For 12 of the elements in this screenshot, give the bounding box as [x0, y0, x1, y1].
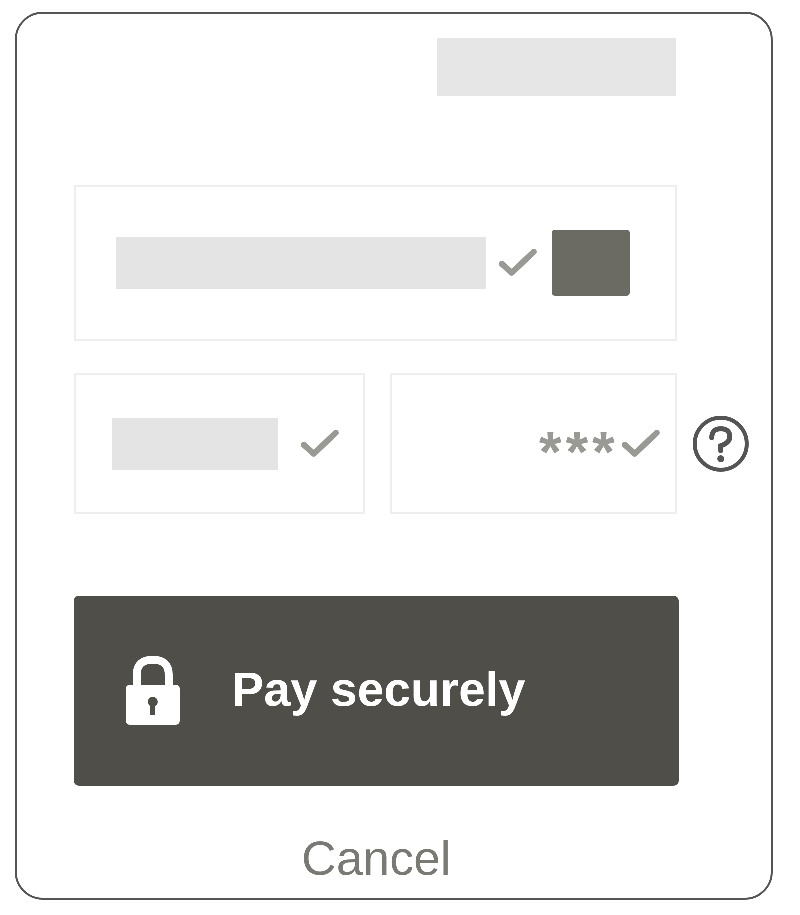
- check-icon: [300, 428, 340, 458]
- cvc-field[interactable]: ***: [390, 373, 677, 514]
- cvc-value: ***: [539, 418, 619, 482]
- cancel-link[interactable]: Cancel: [302, 824, 452, 896]
- card-brand-icon: [552, 230, 630, 296]
- pay-button[interactable]: Pay securely: [74, 596, 679, 786]
- lock-icon: [124, 655, 182, 727]
- card-number-field[interactable]: [74, 185, 677, 341]
- check-icon: [498, 248, 538, 278]
- expiry-field[interactable]: [74, 373, 365, 514]
- check-icon: [621, 428, 661, 458]
- help-icon[interactable]: [691, 414, 751, 474]
